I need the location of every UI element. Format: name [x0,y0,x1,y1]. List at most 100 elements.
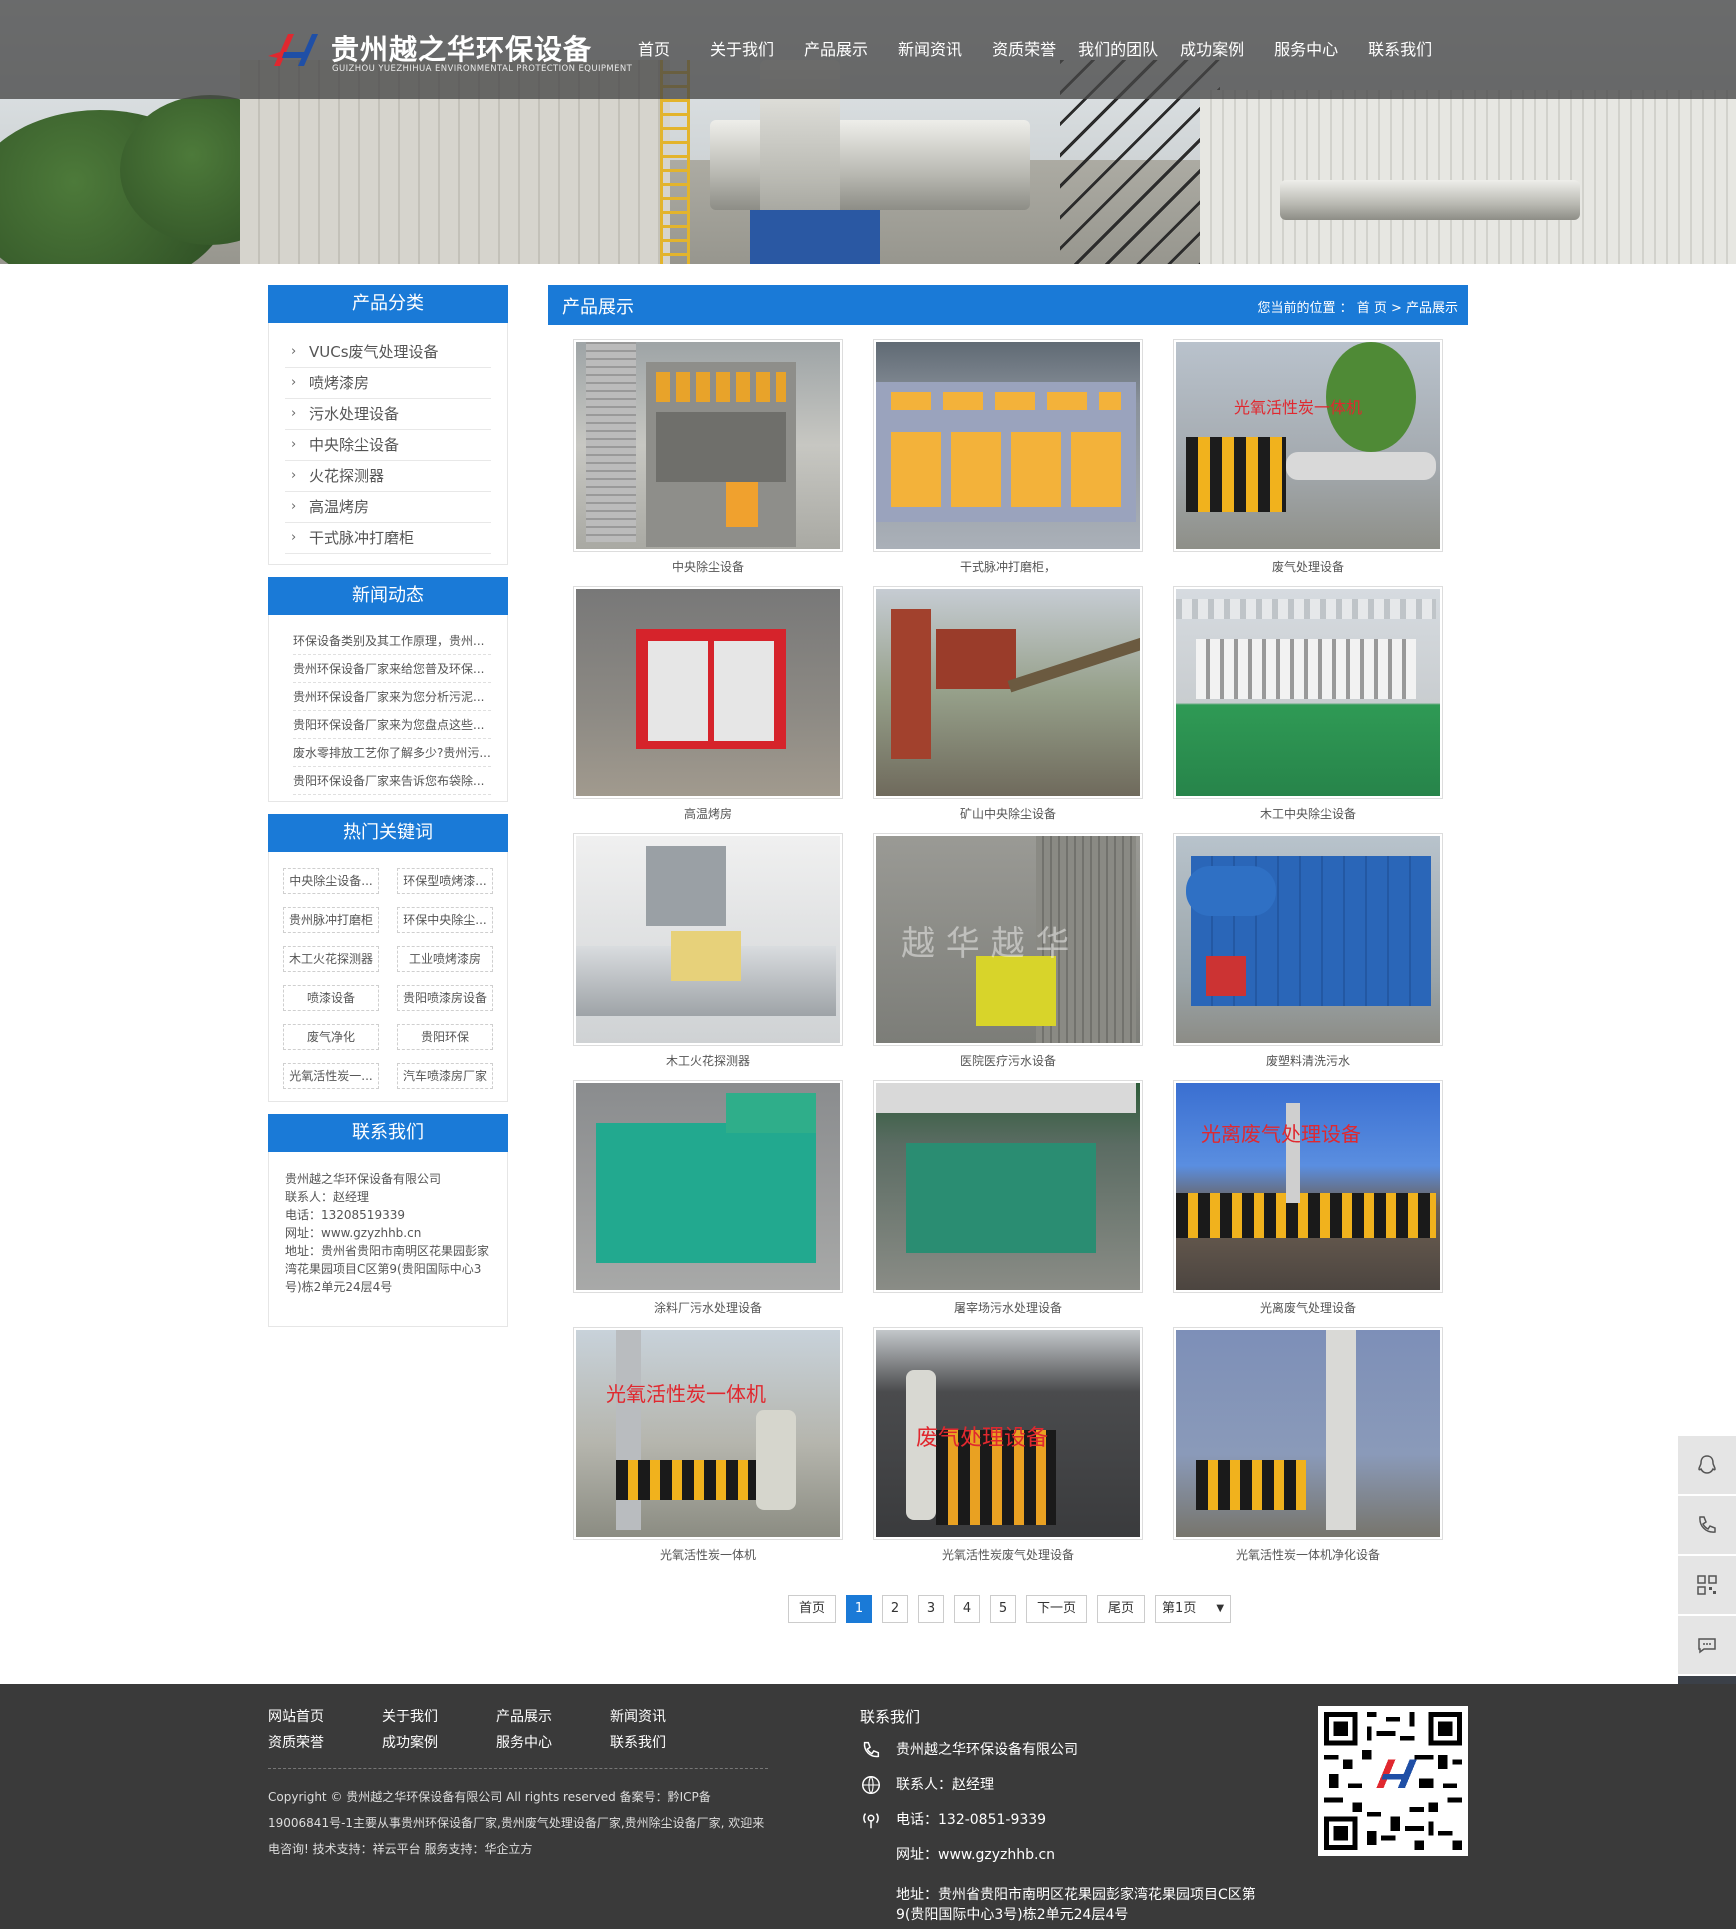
footer-link[interactable]: 联系我们 [610,1732,724,1752]
nav-contact[interactable]: 联系我们 [1368,36,1432,66]
footer-link[interactable]: 关于我们 [382,1706,496,1726]
product-card[interactable]: 干式脉冲打磨柜， [873,339,1143,586]
news-item[interactable]: 废水零排放工艺你了解多少?贵州污... [293,739,491,767]
product-card[interactable]: 越 华 越 华 医院医疗污水设备 [873,833,1143,1080]
news-item[interactable]: 贵阳环保设备厂家来为您盘点这些... [293,711,491,739]
product-caption[interactable]: 废气处理设备 [1173,558,1443,575]
product-caption[interactable]: 干式脉冲打磨柜， [873,558,1143,575]
news-item[interactable]: 贵阳环保设备厂家来告诉您布袋除... [293,767,491,795]
product-image[interactable]: 光离废气处理设备 [1176,1083,1440,1290]
product-card[interactable]: 矿山中央除尘设备 [873,586,1143,833]
footer-link[interactable]: 新闻资讯 [610,1706,724,1726]
pager-page[interactable]: 2 [882,1595,909,1623]
category-item[interactable]: › 火花探测器 [285,461,491,492]
nav-home[interactable]: 首页 [638,36,670,66]
company-logo[interactable]: 贵州越之华环保设备 GUIZHOU YUEZHIHUA ENVIRONMENTA… [268,26,632,76]
product-card[interactable]: 木工火花探测器 [573,833,843,1080]
product-caption[interactable]: 涂料厂污水处理设备 [573,1299,843,1316]
product-image[interactable]: 光氧活性炭一体机 [576,1330,840,1537]
product-caption[interactable]: 光氧活性炭一体机 [573,1546,843,1563]
nav-team[interactable]: 我们的团队 [1078,36,1158,66]
product-card[interactable]: 屠宰场污水处理设备 [873,1080,1143,1327]
product-card[interactable]: 光离废气处理设备 光离废气处理设备 [1173,1080,1443,1327]
product-card[interactable]: 光氧活性炭一体机 光氧活性炭一体机 [573,1327,843,1574]
product-caption[interactable]: 木工火花探测器 [573,1052,843,1069]
nav-news[interactable]: 新闻资讯 [898,36,962,66]
product-image[interactable]: 废气处理设备 [876,1330,1140,1537]
keyword-tag[interactable]: 工业喷烤漆房 [397,946,493,972]
news-item[interactable]: 贵州环保设备厂家来为您分析污泥... [293,683,491,711]
product-card[interactable]: 光氧活性炭一体机净化设备 [1173,1327,1443,1574]
pager-page[interactable]: 4 [954,1595,981,1623]
pager-page[interactable]: 1 [846,1595,873,1623]
keyword-tag[interactable]: 汽车喷漆房厂家 [397,1063,493,1089]
category-item[interactable]: › VUCs废气处理设备 [285,337,491,368]
product-image[interactable]: 光氧活性炭一体机 [1176,342,1440,549]
nav-about[interactable]: 关于我们 [710,36,774,66]
category-item[interactable]: › 喷烤漆房 [285,368,491,399]
footer-link[interactable]: 产品展示 [496,1706,610,1726]
product-card[interactable]: 木工中央除尘设备 [1173,586,1443,833]
product-card[interactable]: 废气处理设备 光氧活性炭废气处理设备 [873,1327,1143,1574]
product-caption[interactable]: 光氧活性炭一体机净化设备 [1173,1546,1443,1563]
keyword-tag[interactable]: 木工火花探测器 [283,946,379,972]
pager-page[interactable]: 3 [918,1595,945,1623]
category-item[interactable]: › 中央除尘设备 [285,430,491,461]
product-caption[interactable]: 医院医疗污水设备 [873,1052,1143,1069]
product-image[interactable] [1176,589,1440,796]
breadcrumb[interactable]: 您当前的位置 ： 首 页 > 产品展示 [1257,297,1458,316]
product-image[interactable] [576,1083,840,1290]
nav-products[interactable]: 产品展示 [804,36,868,66]
product-image[interactable] [576,589,840,796]
product-image[interactable] [876,342,1140,549]
keyword-tag[interactable]: 贵阳喷漆房设备 [397,985,493,1011]
message-button[interactable] [1678,1616,1736,1674]
qq-button[interactable] [1678,1436,1736,1494]
keyword-tag[interactable]: 废气净化 [283,1024,379,1050]
product-card[interactable]: 高温烤房 [573,586,843,833]
footer-link[interactable]: 网站首页 [268,1706,382,1726]
product-image[interactable]: 越 华 越 华 [876,836,1140,1043]
keyword-tag[interactable]: 中央除尘设备... [283,868,379,894]
product-card[interactable]: 废塑料清洗污水 [1173,833,1443,1080]
product-card[interactable]: 涂料厂污水处理设备 [573,1080,843,1327]
product-caption[interactable]: 屠宰场污水处理设备 [873,1299,1143,1316]
footer-website[interactable]: 网址：www.gzyzhhb.cn [896,1844,1055,1866]
product-card[interactable]: 光氧活性炭一体机 废气处理设备 [1173,339,1443,586]
product-image[interactable] [876,1083,1140,1290]
footer-link[interactable]: 服务中心 [496,1732,610,1752]
keyword-tag[interactable]: 光氧活性炭一... [283,1063,379,1089]
pager-page[interactable]: 5 [990,1595,1017,1623]
footer-link[interactable]: 资质荣誉 [268,1732,382,1752]
product-caption[interactable]: 木工中央除尘设备 [1173,805,1443,822]
nav-cases[interactable]: 成功案例 [1180,36,1244,66]
pager-select[interactable]: 第1页 ▼ [1155,1595,1232,1623]
product-caption[interactable]: 矿山中央除尘设备 [873,805,1143,822]
product-image[interactable] [1176,1330,1440,1537]
category-item[interactable]: › 干式脉冲打磨柜 [285,523,491,554]
nav-service[interactable]: 服务中心 [1274,36,1338,66]
keyword-tag[interactable]: 环保型喷烤漆... [397,868,493,894]
product-caption[interactable]: 光离废气处理设备 [1173,1299,1443,1316]
news-item[interactable]: 贵州环保设备厂家来给您普及环保... [293,655,491,683]
product-caption[interactable]: 高温烤房 [573,805,843,822]
footer-link[interactable]: 成功案例 [382,1732,496,1752]
keyword-tag[interactable]: 环保中央除尘... [397,907,493,933]
phone-button[interactable] [1678,1496,1736,1554]
product-image[interactable] [576,342,840,549]
nav-honors[interactable]: 资质荣誉 [992,36,1056,66]
keyword-tag[interactable]: 贵阳环保 [397,1024,493,1050]
keyword-tag[interactable]: 喷漆设备 [283,985,379,1011]
category-item[interactable]: › 高温烤房 [285,492,491,523]
product-caption[interactable]: 中央除尘设备 [573,558,843,575]
pager-first[interactable]: 首页 [788,1595,837,1623]
pager-last[interactable]: 尾页 [1097,1595,1146,1623]
qrcode-button[interactable] [1678,1556,1736,1614]
product-caption[interactable]: 光氧活性炭废气处理设备 [873,1546,1143,1563]
news-item[interactable]: 环保设备类别及其工作原理，贵州... [293,627,491,655]
category-item[interactable]: › 污水处理设备 [285,399,491,430]
pager-next[interactable]: 下一页 [1026,1595,1088,1623]
product-image[interactable] [1176,836,1440,1043]
product-image[interactable] [576,836,840,1043]
keyword-tag[interactable]: 贵州脉冲打磨柜 [283,907,379,933]
